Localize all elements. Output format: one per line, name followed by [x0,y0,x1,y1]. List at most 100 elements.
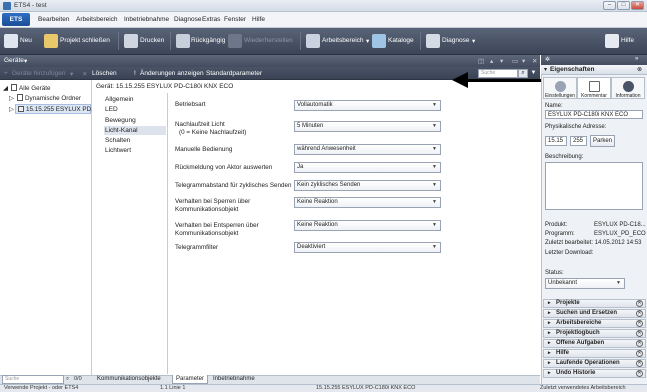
expand-icon[interactable]: ▷ [9,95,14,102]
park-button[interactable]: Parken [590,135,615,147]
help-button[interactable]: Hilfe [621,37,634,44]
param-label-telegrammfilter: Telegrammfilter [175,244,218,252]
pane-down-icon[interactable]: ▾ [500,57,503,65]
param-label-line: Telegrammfilter [175,244,219,251]
collapse-icon[interactable]: ◢ [3,85,8,92]
tab-inbetriebnahme[interactable]: Inbetriebnahme [210,375,258,384]
tab-label: Einstellungen [544,93,576,99]
menu-hilfe[interactable]: Hilfe [252,16,265,23]
section-close-icon[interactable]: ✕ [636,370,643,377]
tab-einstellungen[interactable]: Einstellungen [543,77,577,99]
undo-button[interactable]: Rückgängig [191,37,225,44]
new-button[interactable]: Neu [20,37,32,44]
expand-icon[interactable]: ▷ [9,106,14,113]
properties-collapse-icon[interactable]: ▾ [544,66,547,73]
param-dropdown-sperren[interactable]: Keine Reaktion ▼ [294,197,441,208]
menu-fenster[interactable]: Fenster [224,16,246,23]
tree-item-dynamic-folder[interactable]: Dynamische Ordner [25,95,81,102]
section-projektlogbuch[interactable]: ▸ Projektlogbuch ✕ [543,329,646,338]
chevron-down-icon: ▼ [432,146,437,152]
panel-gear-icon[interactable]: ✲ [545,56,550,63]
device-tree [0,80,92,375]
param-label-line: Nachlaufzeit Licht [175,121,225,128]
param-dropdown-telegrammfilter[interactable]: Deaktiviert ▼ [294,242,441,253]
pane-up-icon[interactable]: ▴ [490,57,493,65]
tab-kommunikationsobjekte[interactable]: Kommunikationsobjekte [94,375,164,384]
add-devices-button[interactable]: Geräte hinzufügen [12,70,65,77]
param-dropdown-nachlaufzeit[interactable]: 5 Minuten ▼ [294,121,441,132]
tab-parameter[interactable]: Parameter [172,375,209,384]
pane-float-icon[interactable]: ▭ [512,57,518,65]
address-area-field[interactable]: 15.15 [545,136,567,146]
category-bewegung[interactable]: Bewegung [105,117,136,124]
tree-item-device[interactable]: 15.15.255 ESYLUX PD... [26,106,96,113]
section-undo-historie[interactable]: ▸ Undo Historie ✕ [543,369,646,378]
pane-title-dropdown-icon[interactable]: ▾ [24,57,27,65]
menu-bearbeiten[interactable]: Bearbeiten [38,16,69,23]
section-offene-aufgaben[interactable]: ▸ Offene Aufgaben ✕ [543,339,646,348]
menu-extras[interactable]: Extras [202,16,220,23]
param-dropdown-entsperren[interactable]: Keine Reaktion ▼ [294,220,441,231]
close-button[interactable]: ✕ [631,1,644,10]
add-devices-dropdown-icon[interactable]: ▾ [70,70,73,78]
category-allgemein[interactable]: Allgemein [105,96,134,103]
section-close-icon[interactable]: ✕ [636,310,643,317]
category-lichtwert[interactable]: Lichtwert [105,147,131,154]
param-dropdown-manuelle-bedienung[interactable]: während Anwesenheit ▼ [294,144,441,155]
tree-search-input[interactable]: Suche [2,375,64,384]
tree-search-count: 0/0 [74,376,82,382]
section-arbeitsbereiche[interactable]: ▸ Arbeitsbereiche ✕ [543,319,646,328]
status-label: Status: [545,270,564,276]
name-field[interactable]: ESYLUX PD-C180i KNX ECO [545,110,643,119]
properties-close-icon[interactable]: ⊗ [637,66,642,73]
redo-button[interactable]: Wiederherstellen [244,37,293,44]
tab-kommentar[interactable]: Kommentar [577,77,611,99]
default-parameters-button[interactable]: Standardparameter [206,70,262,77]
print-button[interactable]: Drucken [140,37,164,44]
address-device-field[interactable]: 255 [570,136,587,146]
delete-button[interactable]: Löschen [92,70,117,77]
diagnostics-dropdown-icon[interactable]: ▾ [472,37,475,45]
panel-collapse-icon[interactable]: » [635,56,638,62]
menu-arbeitsbereich[interactable]: Arbeitsbereich [76,16,118,23]
description-field[interactable] [545,162,643,210]
param-dropdown-telegrammabstand[interactable]: Kein zyklisches Senden ▼ [294,180,441,191]
menu-inbetriebnahme[interactable]: Inbetriebnahme [124,16,169,23]
category-licht-kanal[interactable]: Licht-Kanal [105,127,138,134]
category-schalten[interactable]: Schalten [105,137,130,144]
status-dropdown[interactable]: Unbekannt ▼ [545,278,625,289]
search-icon[interactable]: ⌕ [518,69,528,78]
maximize-button[interactable]: □ [617,1,630,10]
section-close-icon[interactable]: ✕ [636,320,643,327]
catalogs-button[interactable]: Kataloge [388,37,414,44]
param-dropdown-betriebsart[interactable]: Vollautomatik ▼ [294,100,441,111]
pane-pin-icon[interactable]: ◫ [478,57,484,65]
tab-information[interactable]: Information [611,77,645,99]
close-project-button[interactable]: Projekt schließen [60,37,110,44]
pane-close-icon[interactable]: ✕ [532,57,537,65]
diagnostics-button[interactable]: Diagnose [442,37,469,44]
pane-float-dropdown-icon[interactable]: ▾ [522,57,525,65]
workspace-dropdown-icon[interactable]: ▾ [366,37,369,45]
param-dropdown-rueckmeldung[interactable]: Ja ▼ [294,162,441,173]
menu-diagnose[interactable]: Diagnose [174,16,201,23]
section-laufende-operationen[interactable]: ▸ Laufende Operationen ✕ [543,359,646,368]
tree-search-icon[interactable]: ⌕ [66,376,69,383]
section-close-icon[interactable]: ✕ [636,340,643,347]
category-led[interactable]: LED [105,106,118,113]
section-suchen-ersetzen[interactable]: ▸ Suchen und Ersetzen ✕ [543,309,646,318]
filter-icon[interactable]: ▼ [529,69,538,78]
ets-menu-button[interactable]: ETS [2,13,30,26]
section-close-icon[interactable]: ✕ [636,300,643,307]
section-close-icon[interactable]: ✕ [636,360,643,367]
section-close-icon[interactable]: ✕ [636,330,643,337]
section-hilfe[interactable]: ▸ Hilfe ✕ [543,349,646,358]
devices-folder-icon [11,84,17,91]
tree-item-all-devices[interactable]: Alle Geräte [19,85,51,92]
minimize-button[interactable]: – [603,1,616,10]
section-projekte[interactable]: ▸ Projekte ✕ [543,299,646,308]
workspace-button[interactable]: Arbeitsbereich [322,37,364,44]
show-changes-button[interactable]: Änderungen anzeigen [140,70,204,77]
device-search-input[interactable]: Suche [478,69,518,78]
section-close-icon[interactable]: ✕ [636,350,643,357]
